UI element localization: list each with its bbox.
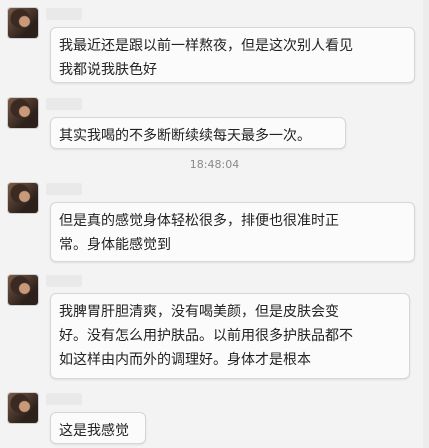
chat-scrollbar[interactable] xyxy=(423,0,429,448)
sender-name-redacted xyxy=(46,98,82,110)
sender-avatar[interactable] xyxy=(8,8,38,38)
sender-name-redacted xyxy=(46,393,82,405)
sender-avatar[interactable] xyxy=(8,183,38,213)
message-bubble[interactable]: 其实我喝的不多断断续续每天最多一次。 xyxy=(50,117,346,149)
sender-avatar[interactable] xyxy=(8,98,38,128)
message-bubble[interactable]: 我脾胃肝胆清爽，没有喝美颜，但是皮肤会变 好。没有怎么用护肤品。以前用很多护肤品… xyxy=(50,293,410,379)
message-bubble[interactable]: 我最近还是跟以前一样熬夜，但是这次别人看见 我都说我肤色好 xyxy=(50,27,415,83)
message-timestamp: 18:48:04 xyxy=(189,158,240,171)
sender-name-redacted xyxy=(46,183,82,195)
message-bubble[interactable]: 但是真的感觉身体轻松很多，排便也很准时正 常。身体能感觉到 xyxy=(50,202,415,262)
message-bubble[interactable]: 这是我感觉 xyxy=(50,412,146,444)
sender-avatar[interactable] xyxy=(8,275,38,305)
sender-name-redacted xyxy=(46,8,82,20)
sender-avatar[interactable] xyxy=(8,393,38,423)
sender-name-redacted xyxy=(46,275,82,287)
